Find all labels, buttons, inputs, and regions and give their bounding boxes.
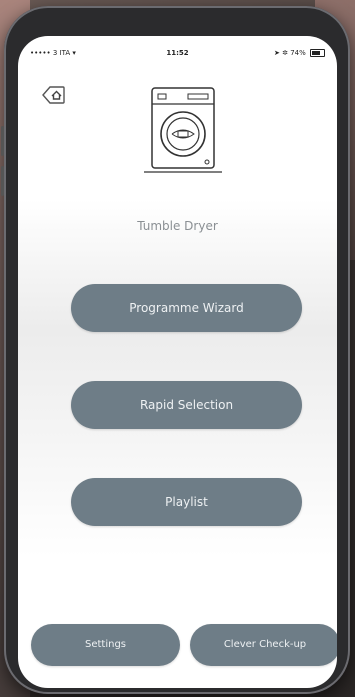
phone-frame: ••••• 3 ITA ▾ 11:52 ➤ ✲ 74% Tumble Dryer… bbox=[1, 6, 350, 694]
bluetooth-icon: ✲ bbox=[282, 49, 288, 57]
home-back-button[interactable] bbox=[40, 84, 66, 106]
volume-up-button bbox=[1, 126, 4, 156]
status-right: ➤ ✲ 74% bbox=[274, 49, 325, 57]
tumble-dryer-icon bbox=[144, 86, 244, 190]
programme-wizard-button[interactable]: Programme Wizard bbox=[71, 284, 302, 332]
rapid-selection-button[interactable]: Rapid Selection bbox=[71, 381, 302, 429]
settings-button[interactable]: Settings bbox=[31, 624, 180, 666]
clever-checkup-button[interactable]: Clever Check-up bbox=[190, 624, 337, 666]
status-bar: ••••• 3 ITA ▾ 11:52 ➤ ✲ 74% bbox=[18, 36, 337, 70]
playlist-button[interactable]: Playlist bbox=[71, 478, 302, 526]
app-screen: ••••• 3 ITA ▾ 11:52 ➤ ✲ 74% Tumble Dryer… bbox=[18, 36, 337, 688]
battery-icon bbox=[310, 49, 325, 57]
location-icon: ➤ bbox=[273, 49, 280, 57]
volume-down-button bbox=[1, 166, 4, 196]
home-back-icon bbox=[42, 86, 65, 104]
device-name-label: Tumble Dryer bbox=[137, 219, 218, 233]
battery-percent: 74% bbox=[290, 49, 306, 57]
